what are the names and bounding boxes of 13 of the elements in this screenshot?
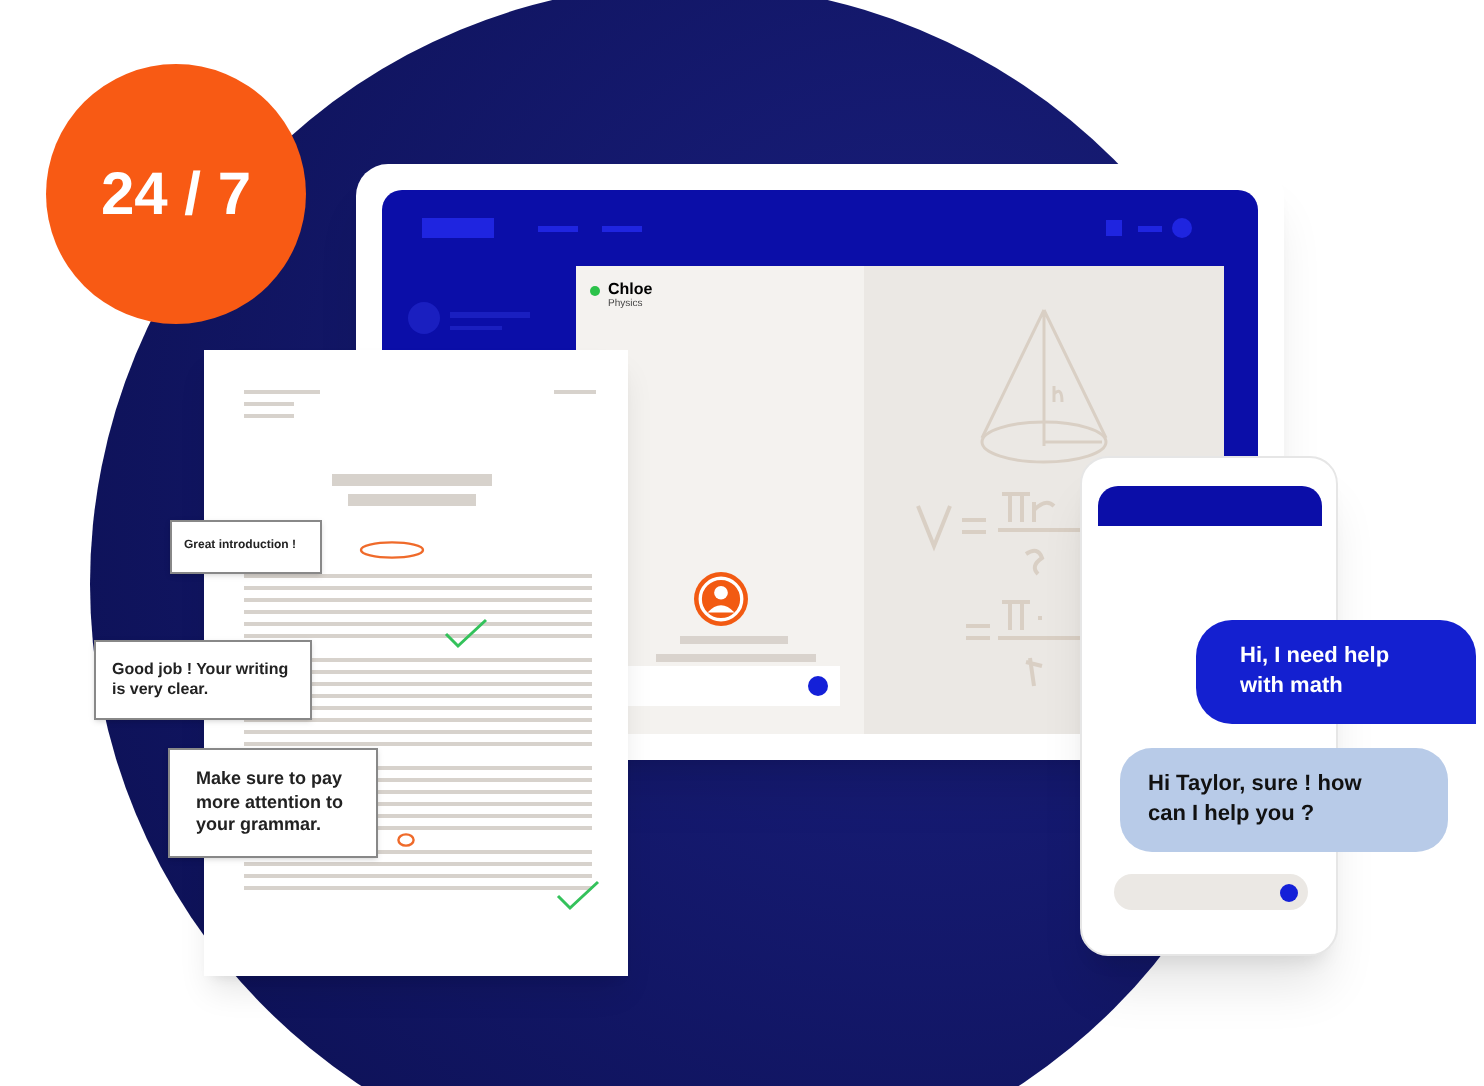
circled-mark-icon [358,540,426,560]
comment-text: Good job ! Your writing is very clear. [112,659,291,701]
message-input[interactable] [624,666,840,706]
chat-message: Hi Taylor, sure ! how can I help you ? [1148,770,1364,830]
phone-input[interactable] [1114,874,1308,910]
user-avatar-icon [694,572,748,626]
circled-mark-icon [396,832,416,848]
checkmark-icon [556,880,600,912]
chat-message: Hi, I need help with math [1240,642,1392,702]
checkmark-icon [444,618,488,650]
comment-text: Make sure to pay more attention to your grammar. [196,767,345,839]
badge-text: 24 / 7 [100,159,252,231]
tutor-name: Chloe [608,282,653,298]
